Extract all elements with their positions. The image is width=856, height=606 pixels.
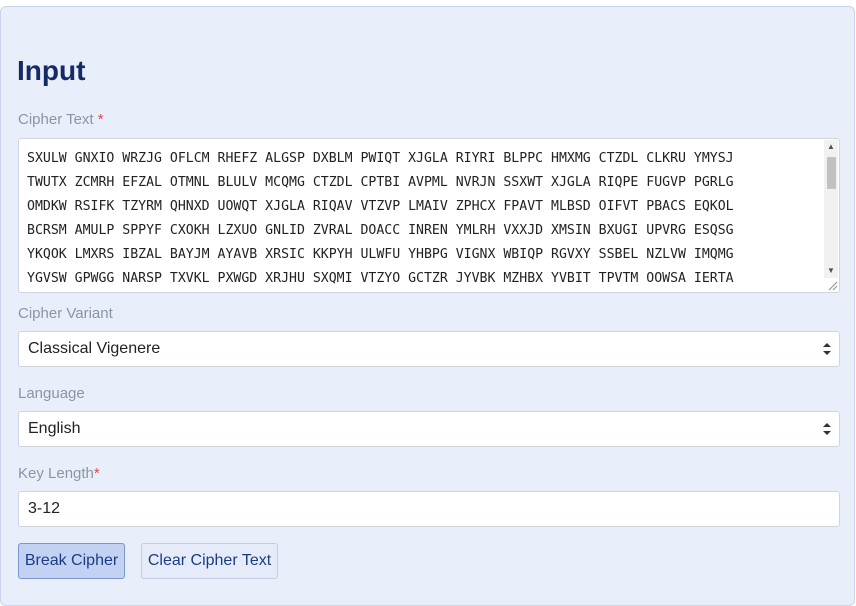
scroll-up-arrow-icon[interactable]: ▲ (824, 141, 838, 153)
textarea-scrollbar[interactable]: ▲ ▼ (824, 140, 838, 278)
resize-grip-icon[interactable] (825, 278, 838, 291)
required-mark: * (93, 465, 100, 482)
input-panel: Input Cipher Text * SXULW GNXIO WRZJG OF… (0, 6, 855, 606)
language-select[interactable]: English (18, 411, 840, 447)
cipher-variant-select[interactable]: Classical Vigenere (18, 331, 840, 367)
cipher-variant-value: Classical Vigenere (28, 340, 161, 357)
chevron-up-down-icon (823, 423, 831, 435)
cipher-text-value[interactable]: SXULW GNXIO WRZJG OFLCM RHEFZ ALGSP DXBL… (27, 147, 815, 291)
cipher-text-area[interactable]: SXULW GNXIO WRZJG OFLCM RHEFZ ALGSP DXBL… (18, 138, 840, 293)
clear-cipher-text-button[interactable]: Clear Cipher Text (141, 543, 278, 579)
language-label: Language (18, 385, 85, 402)
cipher-text-label-text: Cipher Text (18, 111, 94, 128)
scroll-thumb[interactable] (827, 157, 836, 189)
key-length-value[interactable]: 3-12 (28, 500, 60, 518)
cipher-variant-label: Cipher Variant (18, 305, 113, 322)
key-length-input[interactable]: 3-12 (18, 491, 840, 527)
key-length-label: Key Length* (18, 465, 100, 482)
break-cipher-button[interactable]: Break Cipher (18, 543, 125, 579)
required-mark: * (97, 111, 104, 128)
scroll-down-arrow-icon[interactable]: ▼ (824, 265, 838, 277)
cipher-text-label: Cipher Text * (18, 111, 104, 128)
language-value: English (28, 420, 81, 437)
key-length-label-text: Key Length (18, 465, 94, 482)
section-title: Input (17, 55, 86, 86)
chevron-up-down-icon (823, 343, 831, 355)
